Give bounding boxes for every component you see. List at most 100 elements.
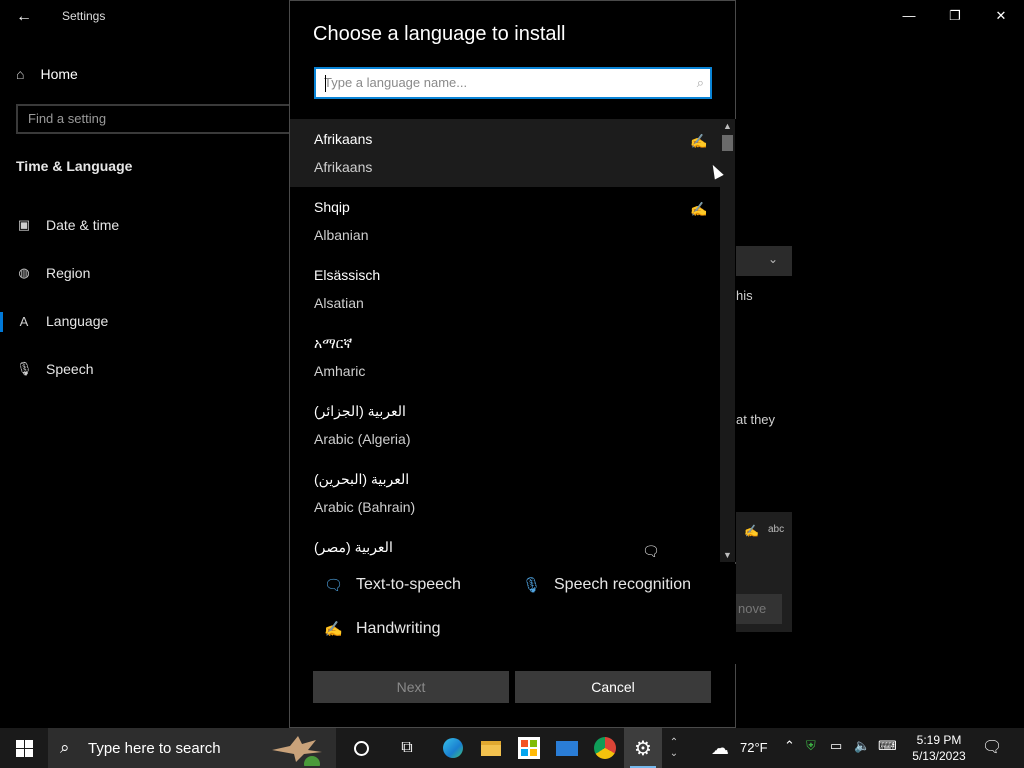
search-icon[interactable]: ⌕ xyxy=(697,75,704,91)
legend-handwriting: ✍ Handwriting xyxy=(324,620,440,638)
taskbar-clock[interactable]: 5:19 PM 5/13/2023 xyxy=(904,732,974,764)
language-icon: A xyxy=(19,313,29,329)
calendar-clock-icon: ▣ xyxy=(17,217,31,232)
list-item[interactable]: Elsässisch Alsatian xyxy=(290,255,720,323)
list-item[interactable]: Shqip Albanian ✍ xyxy=(290,187,720,255)
back-button[interactable]: ← xyxy=(10,6,38,28)
restore-button[interactable]: ❐ xyxy=(932,0,978,32)
language-english-name: Alsatian xyxy=(314,295,364,311)
background-text: his xyxy=(736,288,753,303)
background-text: at they xyxy=(736,412,776,427)
list-scrollbar[interactable]: ▲ ▼ xyxy=(720,119,735,562)
find-setting-input[interactable]: Find a setting xyxy=(16,104,306,134)
sidebar-item-label: Speech xyxy=(46,361,94,377)
language-native-name: العربية (البحرين) xyxy=(314,471,410,487)
sidebar-item-label: Language xyxy=(46,313,109,329)
sidebar-item-date-time[interactable]: ▣ Date & time xyxy=(16,214,119,236)
sidebar-item-speech[interactable]: 🎙 Speech xyxy=(16,358,93,380)
legend-label: Text-to-speech xyxy=(356,576,461,593)
scroll-up-arrow[interactable]: ▲ xyxy=(720,119,735,133)
scroll-down-arrow[interactable]: ▼ xyxy=(720,548,735,562)
cancel-button[interactable]: Cancel xyxy=(515,671,711,703)
settings-nav: ⌂ Home Find a setting Time & Language ▣ … xyxy=(0,32,306,728)
search-icon: ⌕ xyxy=(60,738,70,757)
language-list: Afrikaans Afrikaans ✍ Shqip Albanian ✍ E… xyxy=(290,119,736,562)
cortana-icon[interactable] xyxy=(342,728,380,768)
language-native-name: አማርኛ xyxy=(314,335,353,351)
language-native-name: العربية (مصر) xyxy=(314,539,393,555)
windows-logo-icon xyxy=(15,739,33,757)
sidebar-item-language[interactable]: A Language xyxy=(16,310,109,332)
next-button[interactable]: Next xyxy=(313,671,509,703)
weather-temp[interactable]: 72°F xyxy=(740,740,768,755)
nav-section-title: Time & Language xyxy=(16,158,133,174)
nav-home-label: Home xyxy=(40,66,78,82)
show-hidden-icons-icon[interactable]: ⌃ xyxy=(784,738,795,754)
background-dropdown: ⌄ xyxy=(736,246,792,276)
taskbar-search-box[interactable]: ⌕ Type here to search xyxy=(48,728,336,768)
list-item[interactable]: العربية (الجزائر) Arabic (Algeria) xyxy=(290,391,720,459)
settings-gear-icon[interactable]: ⚙ xyxy=(624,728,662,768)
legend-speech-recognition: 🎙 Speech recognition xyxy=(522,576,691,594)
taskbar-overflow-arrows[interactable]: ⌃ ⌄ xyxy=(664,728,684,768)
store-icon[interactable] xyxy=(510,728,548,768)
text-to-speech-icon: 🗨 xyxy=(324,577,344,594)
feature-legend: 🗨 Text-to-speech 🎙 Speech recognition ✍ … xyxy=(290,564,736,664)
text-caret xyxy=(325,75,326,92)
legend-label: Speech recognition xyxy=(554,576,691,593)
language-native-name: Afrikaans xyxy=(314,131,373,147)
language-search-box[interactable]: ⌕ xyxy=(314,67,712,99)
sidebar-item-label: Region xyxy=(46,265,91,281)
notification-icon[interactable]: 🗨 xyxy=(982,737,1002,757)
handwriting-icon: ✍ xyxy=(744,524,759,538)
language-english-name: Amharic xyxy=(314,363,366,379)
legend-label: Handwriting xyxy=(356,620,441,637)
keyboard-icon[interactable]: ⌨ xyxy=(878,738,897,754)
language-search-input[interactable] xyxy=(324,75,674,90)
start-button[interactable] xyxy=(0,728,48,768)
weather-cloud-icon[interactable]: ☁ xyxy=(704,728,736,768)
scroll-thumb[interactable] xyxy=(722,135,733,151)
taskbar-search-text: Type here to search xyxy=(88,739,221,757)
language-native-name: Elsässisch xyxy=(314,267,381,283)
microphone-icon: 🎙 xyxy=(522,577,542,594)
language-english-name: Arabic (Bahrain) xyxy=(314,499,416,515)
nav-home[interactable]: ⌂ Home xyxy=(16,64,78,84)
handwriting-icon: ✍ xyxy=(690,201,708,217)
background-remove-button: nove xyxy=(736,594,782,624)
language-english-name: Arabic (Algeria) xyxy=(314,431,411,447)
language-english-name: Albanian xyxy=(314,227,369,243)
network-icon[interactable]: ▭ xyxy=(830,738,842,754)
taskbar: ⌕ Type here to search ⧉ ⚙ ⌃ ⌄ ☁ 72°F ⌃ ⛨ … xyxy=(0,728,1024,768)
minimize-button[interactable]: — xyxy=(886,0,932,32)
security-shield-icon[interactable]: ⛨ xyxy=(806,738,816,754)
task-view-icon[interactable]: ⧉ xyxy=(388,728,426,768)
clock-time: 5:19 PM xyxy=(916,733,962,747)
mail-icon[interactable] xyxy=(548,728,586,768)
volume-icon[interactable]: 🔈 xyxy=(854,738,870,754)
handwriting-icon: ✍ xyxy=(690,133,708,149)
home-icon: ⌂ xyxy=(16,66,25,82)
language-english-name: Afrikaans xyxy=(314,159,373,175)
list-item[interactable]: Afrikaans Afrikaans ✍ xyxy=(290,119,720,187)
list-item[interactable]: العربية (مصر) 🗨 xyxy=(290,527,720,562)
clock-date: 5/13/2023 xyxy=(912,749,966,763)
globe-icon: ◍ xyxy=(18,265,30,280)
sidebar-item-region[interactable]: ◍ Region xyxy=(16,262,90,284)
microphone-icon: 🎙 xyxy=(16,361,33,376)
list-item[interactable]: አማርኛ Amharic xyxy=(290,323,720,391)
file-explorer-icon[interactable] xyxy=(472,728,510,768)
chrome-icon[interactable] xyxy=(586,728,624,768)
language-native-name: Shqip xyxy=(314,199,350,215)
close-button[interactable]: ✕ xyxy=(978,0,1024,32)
handwriting-icon: ✍ xyxy=(324,621,343,638)
list-item[interactable]: العربية (البحرين) Arabic (Bahrain) xyxy=(290,459,720,527)
app-title: Settings xyxy=(62,9,106,23)
spellcheck-icon: abc xyxy=(768,524,785,535)
text-to-speech-icon: 🗨 xyxy=(642,543,660,559)
chevron-down-icon: ⌄ xyxy=(768,252,779,266)
edge-icon[interactable] xyxy=(434,728,472,768)
legend-text-to-speech: 🗨 Text-to-speech xyxy=(324,576,461,594)
dialog-title: Choose a language to install xyxy=(313,23,566,45)
selection-indicator xyxy=(0,312,3,332)
